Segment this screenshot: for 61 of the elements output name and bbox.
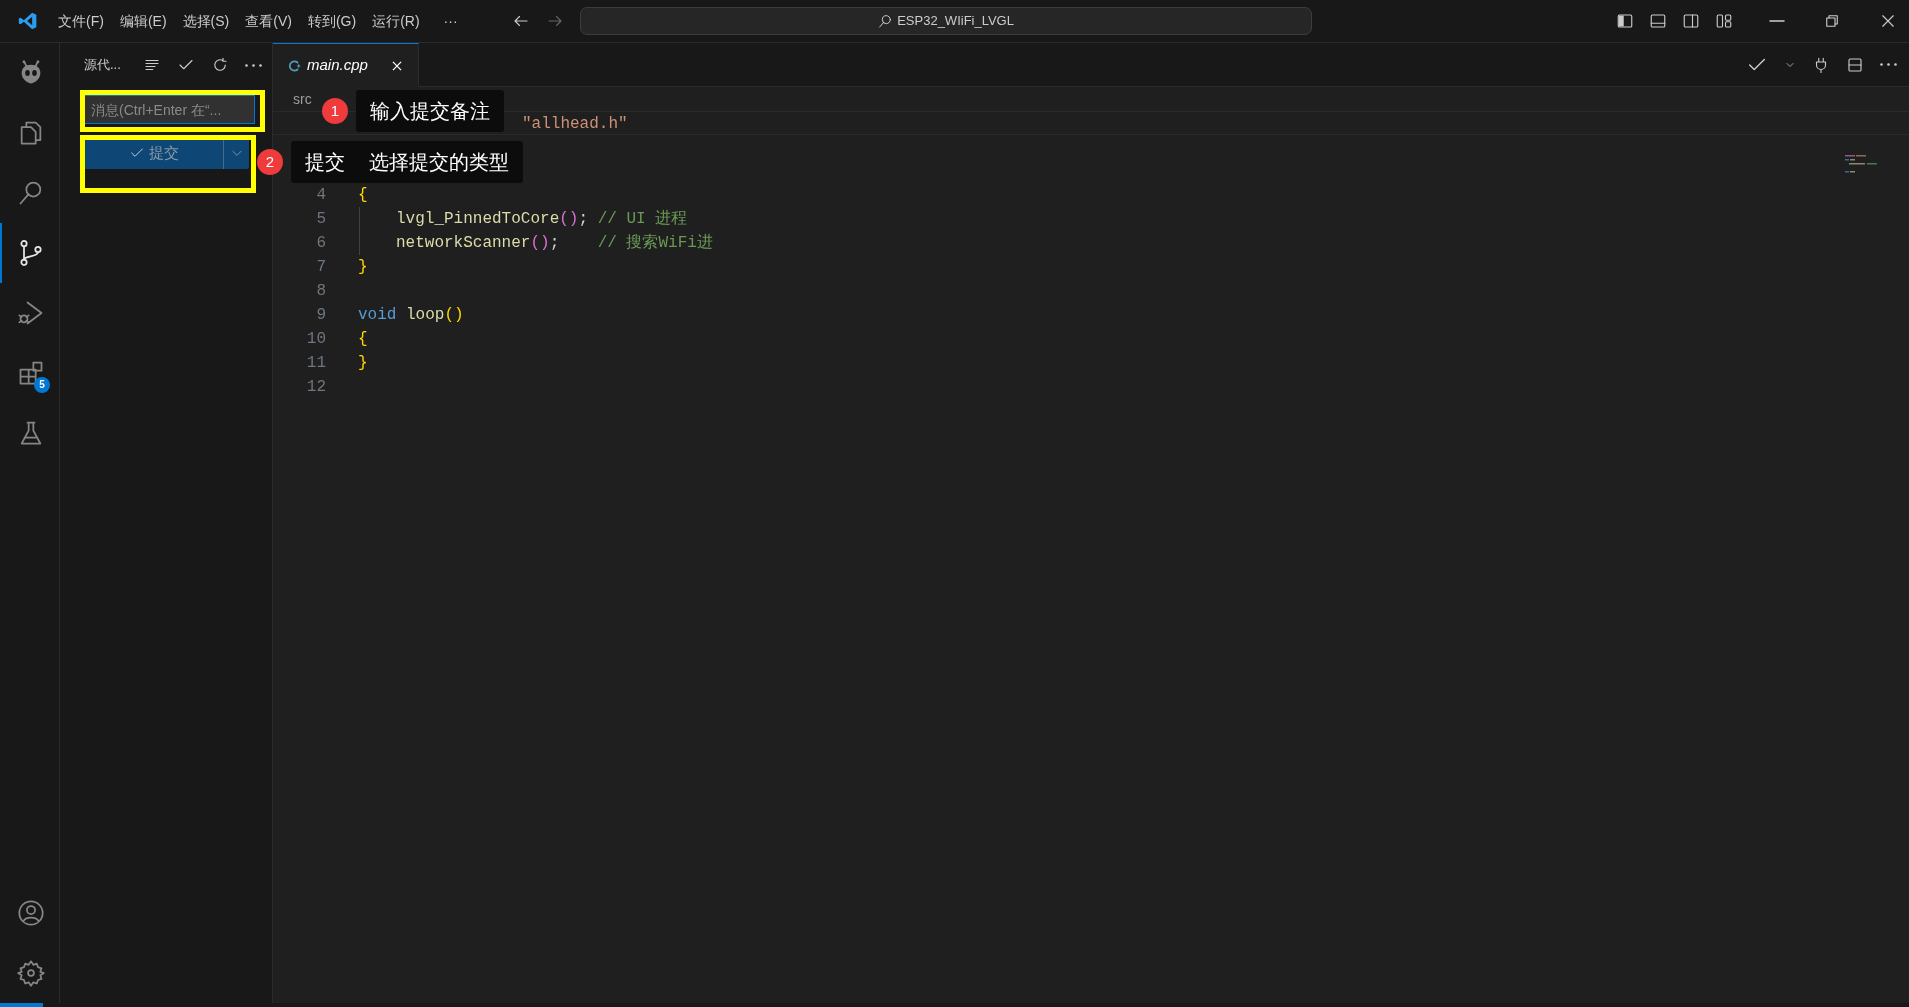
line-number: 12 <box>305 377 326 398</box>
step-number: 2 <box>257 149 283 175</box>
more-icon <box>1880 63 1897 66</box>
layout-grid-icon <box>1715 12 1733 30</box>
callout-text: 选择提交的类型 <box>369 150 509 175</box>
search-icon <box>877 13 894 29</box>
menu-item[interactable]: 编辑(E) <box>111 10 175 32</box>
code-line: } <box>358 354 368 372</box>
line-number: 5 <box>315 209 326 230</box>
run-debug-icon <box>17 299 45 327</box>
panel-layout-icon <box>1649 12 1667 30</box>
app-logo-icon <box>18 11 38 31</box>
code-line: { <box>358 186 368 204</box>
split-editor-icon <box>1846 55 1864 74</box>
editor-tab[interactable]: main.cpp <box>273 43 419 87</box>
code-line: "allhead.h" <box>522 115 628 133</box>
step-number: 1 <box>322 98 348 124</box>
line-number: 6 <box>315 233 326 254</box>
extensions-icon <box>17 359 45 387</box>
menu-item[interactable]: 转到(G) <box>299 10 365 32</box>
branch-icon <box>17 239 45 267</box>
line-number: 7 <box>315 257 326 278</box>
callout-text: 提交 <box>305 150 345 175</box>
layout-button[interactable] <box>1616 12 1634 30</box>
secondary-sidebar-icon <box>1682 12 1700 30</box>
code-line: lvgl_PinnedToCore(); // UI 进程 <box>396 210 688 228</box>
layout-button[interactable] <box>1715 12 1733 30</box>
layout-button[interactable] <box>1682 12 1700 30</box>
code-line: { <box>358 330 368 348</box>
restore-icon <box>1823 12 1841 30</box>
commit-message-field[interactable]: 消息(Ctrl+Enter 在“... <box>84 95 255 124</box>
line-number: 10 <box>305 329 326 350</box>
more-menu-button[interactable]: ··· <box>435 10 466 32</box>
count-badge: 5 <box>34 377 50 393</box>
menu-item[interactable]: 文件(F) <box>50 10 112 32</box>
close-window-button[interactable] <box>1879 12 1897 30</box>
settings-icon <box>17 959 45 987</box>
menu-item[interactable]: 运行(R) <box>364 10 428 32</box>
code-line: void loop() <box>358 306 464 324</box>
activity-bar-item[interactable]: 5 <box>0 343 60 403</box>
split-editor-button[interactable] <box>1846 55 1864 74</box>
sidebar-layout-icon <box>1616 12 1634 30</box>
line-number: 11 <box>305 353 326 374</box>
menu-item[interactable]: 查看(V) <box>237 10 300 32</box>
account-icon <box>17 899 45 927</box>
sidebar-title: 源代... <box>84 56 121 75</box>
code-line: } <box>358 258 368 276</box>
line-number: 9 <box>315 305 326 326</box>
layout-button[interactable] <box>1649 12 1667 30</box>
command-search-field[interactable]: ESP32_WIiFi_LVGL <box>579 7 1312 35</box>
callout-text: 输入提交备注 <box>370 99 490 124</box>
restore-button[interactable] <box>1823 12 1841 30</box>
line-number: 8 <box>315 281 326 302</box>
code-line: networkScanner(); // 搜索WiFi进 <box>396 234 713 252</box>
line-number: 4 <box>315 185 326 206</box>
breadcrumb-item[interactable]: src <box>293 88 312 110</box>
cpp-file-icon <box>287 58 301 73</box>
more-icon <box>244 63 262 67</box>
menu-item[interactable]: 选择(S) <box>174 10 238 32</box>
minimize-icon <box>1769 19 1785 23</box>
close-icon <box>1879 12 1897 30</box>
